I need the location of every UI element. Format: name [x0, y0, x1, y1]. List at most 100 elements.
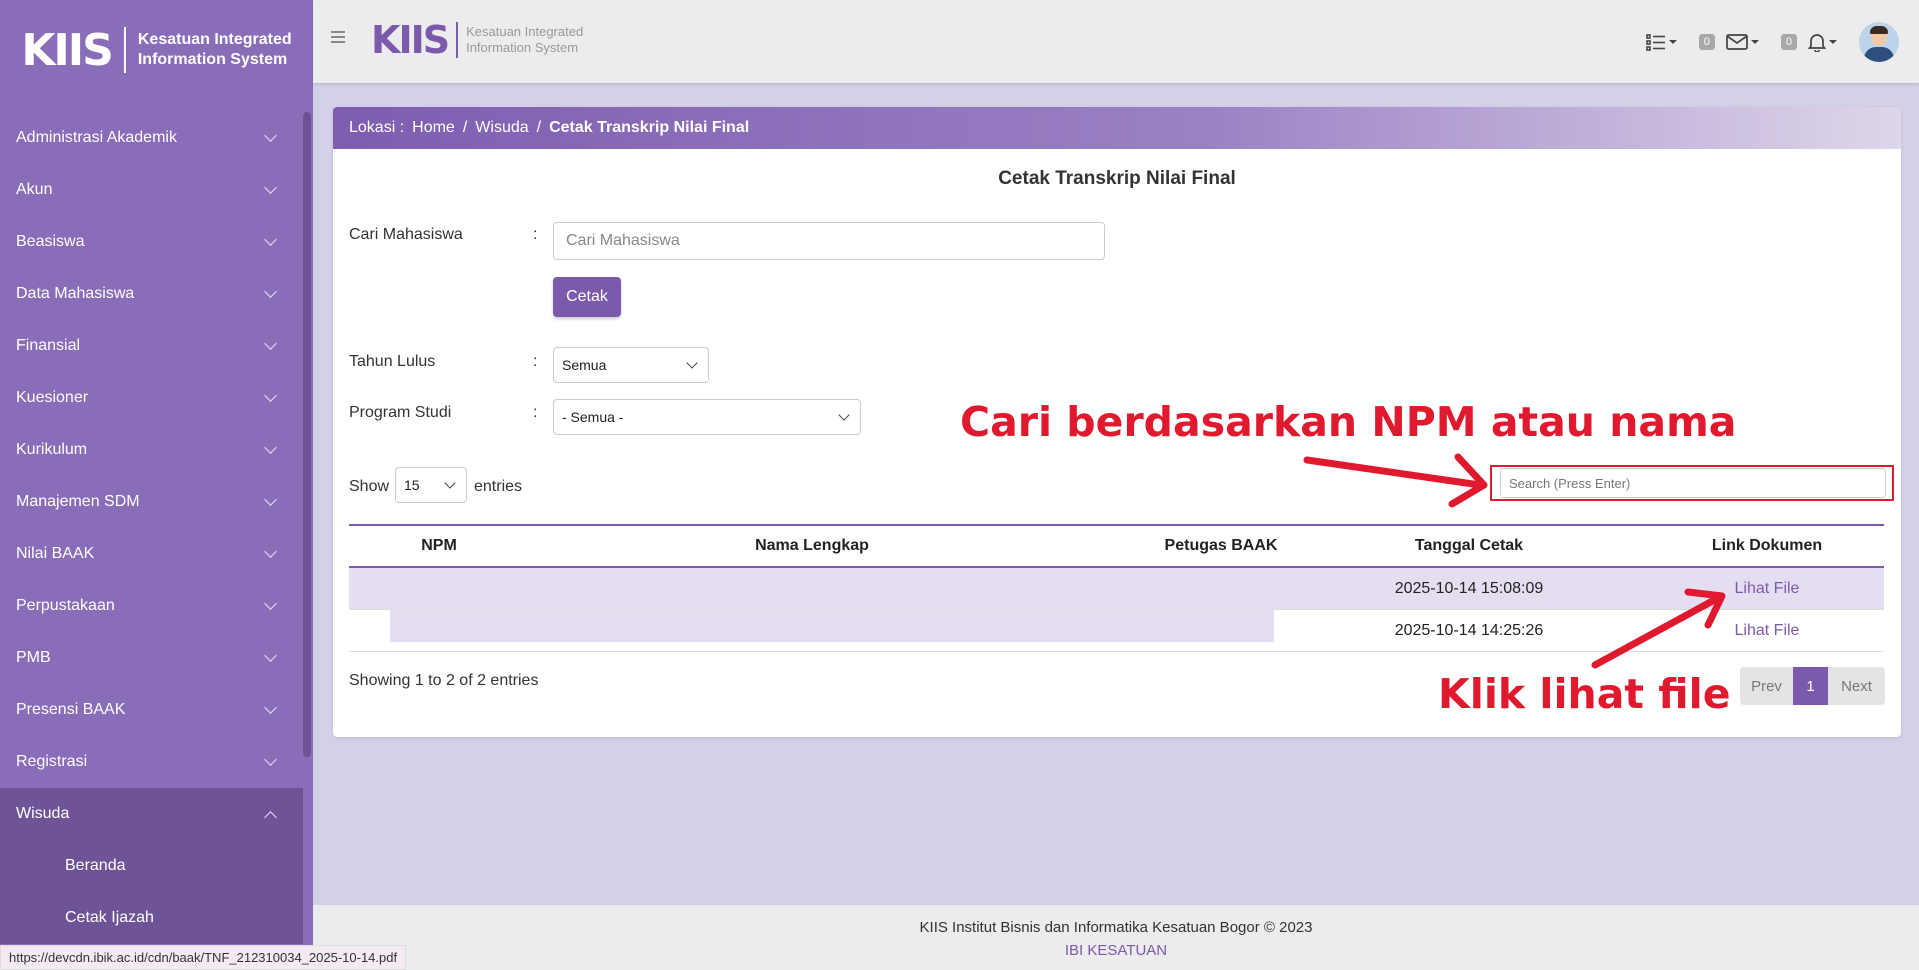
- sidebar-item-manajemen-sdm[interactable]: Manajemen SDM: [0, 476, 303, 528]
- chevron-down-icon: [264, 440, 277, 454]
- caret-down-icon: [1668, 39, 1677, 44]
- sidebar-menu: Administrasi Akademik Akun Beasiswa Data…: [0, 112, 303, 944]
- transcript-table: NPM Nama Lengkap Petugas BAAK Tanggal Ce…: [349, 524, 1884, 652]
- kiis-logo-mark: KIIS: [21, 24, 114, 76]
- message-count-badge: 0: [1698, 33, 1715, 50]
- colon: :: [533, 353, 538, 370]
- next-page-button[interactable]: Next: [1828, 667, 1885, 705]
- entries-length-select[interactable]: 15: [395, 467, 467, 503]
- chevron-down-icon: [264, 596, 277, 610]
- search-hint-annotation: Cari berdasarkan NPM atau nama: [960, 398, 1737, 446]
- sidebar-item-label: Perpustakaan: [16, 597, 115, 614]
- sidebar-item-kuesioner[interactable]: Kuesioner: [0, 372, 303, 424]
- program-studi-select[interactable]: - Semua -: [553, 399, 861, 435]
- chevron-down-icon: [444, 476, 456, 489]
- sidebar-item-label: PMB: [16, 649, 51, 666]
- footer: KIIS Institut Bisnis dan Informatika Kes…: [313, 905, 1919, 970]
- entries-length-value: 15: [404, 477, 420, 493]
- col-npm[interactable]: NPM: [389, 537, 489, 555]
- breadcrumb-separator: /: [536, 119, 542, 136]
- tahun-lulus-value: Semua: [562, 357, 607, 373]
- sidebar-item-akun[interactable]: Akun: [0, 164, 303, 216]
- pagination: Prev 1 Next: [1740, 667, 1885, 705]
- col-tanggal-cetak[interactable]: Tanggal Cetak: [1394, 537, 1544, 555]
- brand-line-1: Kesatuan Integrated: [466, 24, 584, 39]
- sidebar-item-pmb[interactable]: PMB: [0, 632, 303, 684]
- sidebar-subitem-cetak-ijazah[interactable]: Cetak Ijazah: [0, 892, 303, 944]
- chevron-down-icon: [264, 544, 277, 558]
- lihat-file-link[interactable]: Lihat File: [1697, 580, 1837, 598]
- breadcrumb: Lokasi : Home / Wisuda / Cetak Transkrip…: [333, 107, 1901, 149]
- topbar: KIIS Kesatuan Integrated Information Sys…: [313, 0, 1919, 83]
- program-studi-value: - Semua -: [562, 409, 624, 425]
- chevron-down-icon: [264, 336, 277, 350]
- breadcrumb-current: Cetak Transkrip Nilai Final: [549, 119, 750, 136]
- sidebar-logo[interactable]: KIIS Kesatuan Integrated Information Sys…: [0, 0, 313, 100]
- footer-org-link[interactable]: IBI KESATUAN: [313, 942, 1919, 959]
- page-title: Cetak Transkrip Nilai Final: [998, 168, 1236, 189]
- sidebar-item-label: Wisuda: [16, 805, 70, 822]
- sidebar-subitem-beranda[interactable]: Beranda: [0, 840, 303, 892]
- notifications-dropdown[interactable]: 0: [1780, 32, 1837, 52]
- col-nama-lengkap[interactable]: Nama Lengkap: [649, 537, 975, 555]
- caret-down-icon: [1750, 39, 1759, 44]
- brand-line-2: Information System: [137, 51, 288, 68]
- redacted-area: [390, 610, 1274, 642]
- breadcrumb-prefix: Lokasi :: [349, 119, 405, 136]
- sidebar-item-nilai-baak[interactable]: Nilai BAAK: [0, 528, 303, 580]
- page-1-button[interactable]: 1: [1793, 667, 1828, 705]
- sidebar-item-data-mahasiswa[interactable]: Data Mahasiswa: [0, 268, 303, 320]
- table-header: NPM Nama Lengkap Petugas BAAK Tanggal Ce…: [349, 524, 1884, 568]
- file-hint-annotation: Klik lihat file: [1438, 670, 1731, 718]
- chevron-down-icon: [838, 408, 850, 421]
- sidebar-item-perpustakaan[interactable]: Perpustakaan: [0, 580, 303, 632]
- sidebar-item-registrasi[interactable]: Registrasi: [0, 736, 303, 788]
- prev-page-button[interactable]: Prev: [1740, 667, 1793, 705]
- tahun-lulus-label: Tahun Lulus: [349, 353, 436, 370]
- sidebar-item-label: Beasiswa: [16, 233, 85, 250]
- chevron-down-icon: [686, 356, 698, 369]
- sidebar-item-label: Presensi BAAK: [16, 701, 126, 718]
- table-row: 2025-10-14 14:25:26 Lihat File: [349, 610, 1884, 652]
- col-petugas-baak[interactable]: Petugas BAAK: [1141, 537, 1301, 555]
- brand-line-1: Kesatuan Integrated: [137, 31, 292, 48]
- sidebar-item-label: Manajemen SDM: [16, 493, 140, 510]
- tahun-lulus-select[interactable]: Semua: [553, 347, 709, 383]
- footer-copyright: KIIS Institut Bisnis dan Informatika Kes…: [919, 919, 1313, 936]
- chevron-down-icon: [264, 284, 277, 298]
- breadcrumb-wisuda-link[interactable]: Wisuda: [475, 119, 528, 137]
- wisuda-submenu: Beranda Cetak Ijazah: [0, 840, 303, 944]
- hamburger-menu-icon[interactable]: [331, 31, 345, 43]
- col-link-dokumen[interactable]: Link Dokumen: [1697, 537, 1837, 555]
- chevron-down-icon: [264, 648, 277, 662]
- colon: :: [533, 226, 538, 243]
- cari-mahasiswa-input[interactable]: [553, 222, 1105, 260]
- sidebar-item-kurikulum[interactable]: Kurikulum: [0, 424, 303, 476]
- sidebar-item-label: Administrasi Akademik: [16, 129, 177, 146]
- sidebar-item-presensi-baak[interactable]: Presensi BAAK: [0, 684, 303, 736]
- list-menu-dropdown[interactable]: [1645, 33, 1677, 51]
- sidebar-scrollbar[interactable]: [303, 112, 311, 757]
- search-highlight-box: [1490, 465, 1894, 501]
- sidebar-item-beasiswa[interactable]: Beasiswa: [0, 216, 303, 268]
- sidebar-item-wisuda[interactable]: Wisuda: [0, 788, 303, 840]
- lihat-file-link[interactable]: Lihat File: [1697, 622, 1837, 640]
- chevron-down-icon: [264, 388, 277, 402]
- breadcrumb-home-link[interactable]: Home: [412, 119, 455, 137]
- avatar-hair: [1870, 25, 1888, 34]
- notification-count-badge: 0: [1780, 33, 1797, 50]
- kiis-logo-mark: KIIS: [371, 18, 450, 62]
- table-info: Showing 1 to 2 of 2 entries: [349, 672, 539, 689]
- chevron-down-icon: [264, 232, 277, 246]
- chevron-down-icon: [264, 752, 277, 766]
- sidebar-item-finansial[interactable]: Finansial: [0, 320, 303, 372]
- sidebar-item-label: Finansial: [16, 337, 81, 354]
- sidebar-item-administrasi-akademik[interactable]: Administrasi Akademik: [0, 112, 303, 164]
- topbar-logo[interactable]: KIIS Kesatuan Integrated Information Sys…: [371, 18, 583, 62]
- cetak-button[interactable]: Cetak: [553, 277, 621, 317]
- breadcrumb-separator: /: [462, 119, 468, 136]
- topbar-icons: 0 0: [1645, 0, 1919, 83]
- user-avatar[interactable]: [1859, 21, 1899, 62]
- sidebar-item-label: Nilai BAAK: [16, 545, 95, 562]
- messages-dropdown[interactable]: 0: [1698, 33, 1759, 51]
